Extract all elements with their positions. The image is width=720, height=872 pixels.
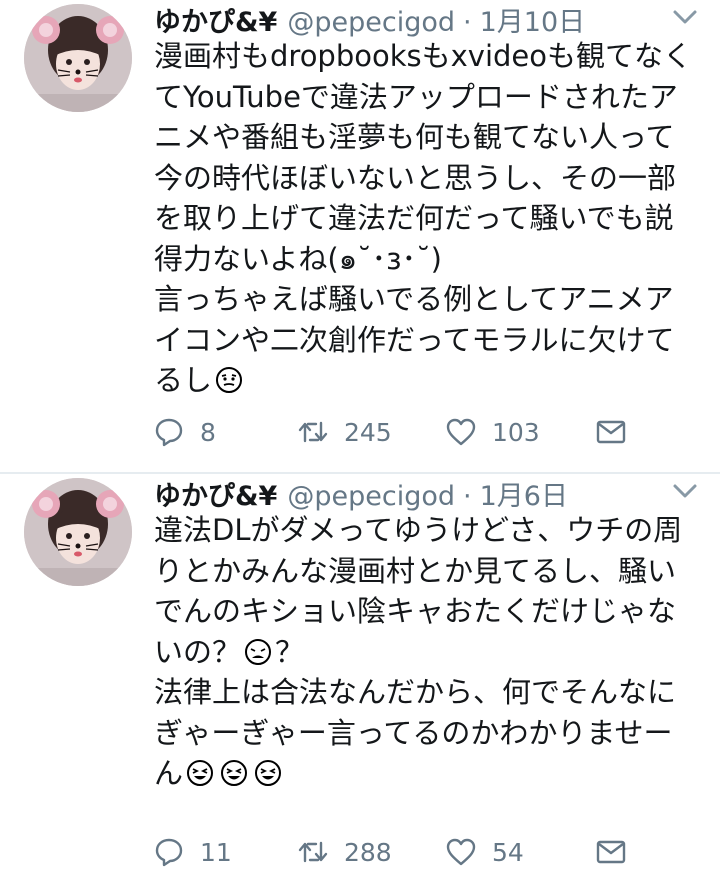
- reply-icon: [155, 838, 183, 867]
- retweet-count: 245: [344, 417, 392, 447]
- retweet-count: 288: [344, 837, 392, 867]
- tweet-actions: 8 245 103: [152, 412, 712, 452]
- tweet-line: イコンや二次創作だってモラルに欠けて: [154, 322, 675, 357]
- reply-button[interactable]: 11: [152, 832, 232, 872]
- retweet-button[interactable]: 245: [296, 412, 392, 452]
- like-count: 103: [492, 417, 540, 447]
- tweet-text: 違法DLがダメってゆうけどさ、ウチの周 りとかみんな漫画村とか見てるし、騒い で…: [154, 510, 714, 794]
- tweet-actions: 11 288 54: [152, 832, 712, 872]
- avatar[interactable]: [24, 4, 132, 112]
- retweet-button[interactable]: 288: [296, 832, 392, 872]
- direct-message-button[interactable]: [594, 412, 628, 452]
- chevron-down-icon[interactable]: [672, 8, 698, 26]
- reply-button[interactable]: 8: [152, 412, 216, 452]
- tweet-line: 違法DLがダメってゆうけどさ、ウチの周: [154, 513, 683, 547]
- tweet-date[interactable]: 1月10日: [480, 0, 586, 39]
- emoji-icon: [216, 367, 243, 393]
- tweet-line-with-emoji: ん: [154, 753, 714, 794]
- avatar[interactable]: [24, 478, 132, 586]
- reply-count: 11: [200, 837, 232, 867]
- avatar-image: [24, 4, 132, 112]
- tweet[interactable]: ゆかぴ&¥ @pepecigod · 1月10日 漫画村もdropbooksもx…: [0, 0, 720, 472]
- reply-count: 8: [200, 417, 216, 447]
- retweet-icon: [298, 421, 328, 443]
- tweet-line: ぎゃーぎゃー言ってるのかわかりませー: [154, 715, 673, 750]
- user-handle[interactable]: @pepecigod: [287, 7, 455, 38]
- like-count: 54: [492, 837, 524, 867]
- display-name[interactable]: ゆかぴ&¥: [154, 474, 277, 513]
- reply-icon: [155, 418, 183, 447]
- tweet-line-suffix: ？: [275, 634, 305, 669]
- tweet-text: 漫画村もdropbooksもxvideoも観てなく てYouTubeで違法アップ…: [154, 36, 714, 401]
- tweet-line: るし: [154, 363, 213, 397]
- tweet-line-with-emoji: いの？ ？: [154, 632, 714, 673]
- user-handle[interactable]: @pepecigod: [287, 481, 455, 512]
- retweet-icon: [298, 841, 328, 863]
- chevron-down-icon[interactable]: [672, 482, 698, 500]
- emoji-icon: [245, 638, 272, 665]
- tweet-line-with-emoji: るし: [154, 360, 714, 401]
- tweet[interactable]: ゆかぴ&¥ @pepecigod · 1月6日 違法DLがダメってゆうけどさ、ウ…: [0, 474, 720, 868]
- like-button[interactable]: 103: [444, 412, 540, 452]
- avatar-image: [24, 478, 132, 586]
- tweet-line: ニメや番組も淫夢も何も観てない人って: [154, 120, 675, 154]
- like-icon: [446, 418, 476, 446]
- like-button[interactable]: 54: [444, 832, 524, 872]
- tweet-date[interactable]: 1月6日: [480, 474, 568, 513]
- display-name[interactable]: ゆかぴ&¥: [154, 0, 277, 39]
- tweet-line: ん: [154, 756, 184, 790]
- separator: ·: [463, 481, 472, 512]
- emoji-icon: [255, 760, 282, 786]
- emoji-icon: [187, 760, 214, 786]
- tweet-line: てYouTubeで違法アップロードされたア: [154, 79, 678, 114]
- direct-message-button[interactable]: [594, 832, 628, 872]
- direct-message-icon: [596, 420, 626, 444]
- tweet-line: りとかみんな漫画村とか見てるし、騒い: [154, 553, 677, 588]
- tweet-line: 今の時代ほぼいないと思うし、その一部: [154, 160, 677, 195]
- tweet-line: 得力ないよね(๑˘･з･˘): [154, 241, 442, 276]
- tweet-line: いの？: [154, 634, 242, 669]
- tweet-header: ゆかぴ&¥ @pepecigod · 1月6日: [154, 474, 568, 513]
- tweet-line: でんのキショい陰キャおたくだけじゃな: [154, 594, 677, 628]
- tweet-header: ゆかぴ&¥ @pepecigod · 1月10日: [154, 0, 586, 39]
- direct-message-icon: [596, 840, 626, 864]
- tweet-line: 言っちゃえば騒いでる例としてアニメア: [154, 282, 674, 316]
- tweet-line: 漫画村もdropbooksもxvideoも観てなく: [154, 39, 693, 73]
- tweet-line: を取り上げて違法だ何だって騒いでも説: [154, 201, 674, 235]
- emoji-icon: [221, 760, 248, 786]
- like-icon: [446, 838, 476, 866]
- tweet-line: 法律上は合法なんだから、何でそんなに: [154, 675, 677, 709]
- separator: ·: [463, 7, 472, 38]
